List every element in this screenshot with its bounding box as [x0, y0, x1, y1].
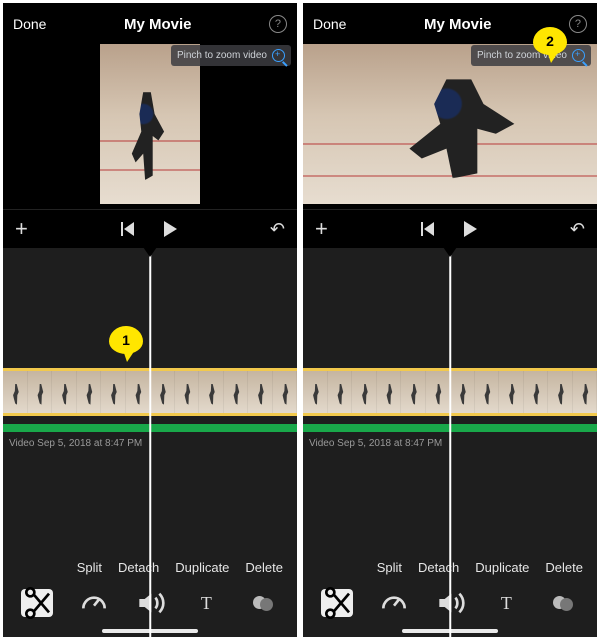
phone-right: Done My Movie ? 2 Pinch to zoom video + …: [303, 3, 597, 637]
annotation-number: 2: [546, 33, 554, 49]
magnify-plus-icon: [572, 49, 585, 62]
cut-tool[interactable]: [321, 589, 353, 617]
annotation-callout-1: 1: [109, 326, 143, 354]
duplicate-button[interactable]: Duplicate: [175, 560, 229, 575]
magnify-plus-icon: [272, 49, 285, 62]
project-title: My Movie: [124, 16, 192, 33]
titles-tool[interactable]: T: [190, 589, 222, 617]
playhead-marker-icon: [443, 248, 457, 257]
project-title: My Movie: [424, 16, 492, 33]
preview-area[interactable]: Pinch to zoom video: [3, 39, 297, 209]
video-preview[interactable]: [100, 44, 200, 204]
scissors-icon: [321, 587, 353, 619]
filters-tool[interactable]: [547, 589, 579, 617]
delete-button[interactable]: Delete: [545, 560, 583, 575]
skip-start-button[interactable]: [121, 222, 134, 236]
speedometer-icon: [78, 587, 110, 619]
header: Done My Movie ?: [3, 3, 297, 39]
timeline[interactable]: 1 Video Sep 5, 2018 at 8:47 PM Split Det…: [3, 248, 297, 637]
playhead[interactable]: [149, 248, 151, 637]
detach-button[interactable]: Detach: [418, 560, 459, 575]
done-button[interactable]: Done: [313, 16, 346, 32]
done-button[interactable]: Done: [13, 16, 46, 32]
detach-button[interactable]: Detach: [118, 560, 159, 575]
scissors-icon: [21, 587, 53, 619]
split-button[interactable]: Split: [77, 560, 102, 575]
overlap-circles-icon: [253, 595, 273, 611]
playhead-marker-icon: [143, 248, 157, 257]
speedometer-icon: [378, 587, 410, 619]
speed-tool[interactable]: [378, 589, 410, 617]
undo-button[interactable]: ↶: [570, 219, 585, 240]
phone-left: Done My Movie ? Pinch to zoom video + ↶ …: [3, 3, 297, 637]
playhead[interactable]: [449, 248, 451, 637]
overlap-circles-icon: [553, 595, 573, 611]
undo-button[interactable]: ↶: [270, 219, 285, 240]
video-preview[interactable]: [303, 44, 597, 204]
cut-tool[interactable]: [21, 589, 53, 617]
zoom-hint-label: Pinch to zoom video: [177, 50, 267, 61]
speed-tool[interactable]: [78, 589, 110, 617]
annotation-callout-2: 2: [533, 27, 567, 55]
skip-start-button[interactable]: [421, 222, 434, 236]
add-media-button[interactable]: +: [15, 216, 28, 242]
split-button[interactable]: Split: [377, 560, 402, 575]
delete-button[interactable]: Delete: [245, 560, 283, 575]
help-icon[interactable]: ?: [569, 15, 587, 33]
titles-tool[interactable]: T: [490, 589, 522, 617]
play-button[interactable]: [464, 221, 477, 237]
preview-area[interactable]: Pinch to zoom video: [303, 39, 597, 209]
add-media-button[interactable]: +: [315, 216, 328, 242]
zoom-hint-pill[interactable]: Pinch to zoom video: [471, 45, 591, 66]
filters-tool[interactable]: [247, 589, 279, 617]
clip-metadata: Video Sep 5, 2018 at 8:47 PM: [309, 438, 442, 449]
duplicate-button[interactable]: Duplicate: [475, 560, 529, 575]
timeline[interactable]: Video Sep 5, 2018 at 8:47 PM Split Detac…: [303, 248, 597, 637]
annotation-number: 1: [122, 332, 130, 348]
transport-controls: + ↶: [3, 209, 297, 248]
clip-metadata: Video Sep 5, 2018 at 8:47 PM: [9, 438, 142, 449]
transport-controls: + ↶: [303, 209, 597, 248]
zoom-hint-pill[interactable]: Pinch to zoom video: [171, 45, 291, 66]
play-button[interactable]: [164, 221, 177, 237]
help-icon[interactable]: ?: [269, 15, 287, 33]
